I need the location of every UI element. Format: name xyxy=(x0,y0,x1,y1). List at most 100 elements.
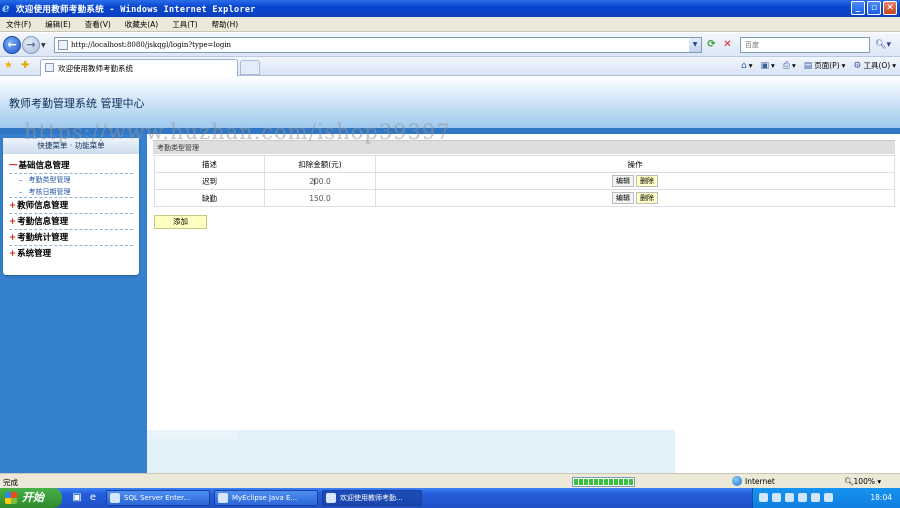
menu-bar: 文件(F) 编辑(E) 查看(V) 收藏夹(A) 工具(T) 帮助(H) xyxy=(0,17,900,32)
taskbar-item-myeclipse[interactable]: MyEclipse Java E... xyxy=(214,490,318,506)
quicklaunch-show-desktop-icon[interactable]: ▣ xyxy=(70,491,84,505)
menu-favorites[interactable]: 收藏夹(A) xyxy=(125,19,158,30)
delete-button[interactable]: 删除 xyxy=(636,192,658,204)
page-menu-icon: ▤ xyxy=(803,60,813,71)
tray-keyboard-icon[interactable] xyxy=(759,493,768,502)
tab-page-icon xyxy=(45,63,54,72)
bullet-icon: – xyxy=(19,188,23,196)
expand-icon: + xyxy=(9,201,17,211)
expand-icon: + xyxy=(9,233,17,243)
taskbar-item-sql-server[interactable]: SQL Server Enter... xyxy=(106,490,210,506)
tray-shield-icon[interactable] xyxy=(824,493,833,502)
tab-active[interactable]: 欢迎使用教师考勤系统 xyxy=(40,59,238,76)
favorites-star-icon[interactable]: ★ xyxy=(4,59,13,73)
sql-server-icon xyxy=(110,493,120,503)
system-tray: 18:04 xyxy=(752,488,900,508)
tab-label: 欢迎使用教师考勤系统 xyxy=(58,64,133,73)
sidebar-item-assessment-date[interactable]: – 考核日期管理 xyxy=(9,186,133,198)
cell-desc: 缺勤 xyxy=(154,189,265,207)
search-box[interactable] xyxy=(740,37,870,53)
maximize-button[interactable]: ▫ xyxy=(867,1,881,15)
progress-fill xyxy=(574,479,633,485)
page-menu-button[interactable]: ▤ 页面(P) ▾ xyxy=(804,60,846,71)
zone-label: Internet xyxy=(745,476,775,486)
security-zone[interactable]: Internet xyxy=(732,476,775,486)
add-favorites-icon[interactable]: ✚ xyxy=(21,59,29,73)
sidebar-group-teacher-info[interactable]: +教师信息管理 xyxy=(9,198,133,214)
zoom-control[interactable]: 🔍︎100% ▾ xyxy=(844,477,881,486)
history-dropdown-icon[interactable]: ▼ xyxy=(41,42,46,49)
sidebar-header: 快捷菜单 · 功能菜单 xyxy=(3,138,139,154)
forward-button[interactable]: → xyxy=(22,36,40,54)
close-button[interactable]: ✕ xyxy=(883,1,897,15)
expand-icon: + xyxy=(9,249,17,259)
delete-button[interactable]: 删除 xyxy=(636,175,658,187)
menu-tools[interactable]: 工具(T) xyxy=(172,19,197,30)
myeclipse-icon xyxy=(218,493,228,503)
cell-amount: 200.0 xyxy=(264,172,376,190)
sidebar-group-label: 系统管理 xyxy=(17,249,52,259)
search-input[interactable] xyxy=(741,38,869,52)
background-strip xyxy=(147,430,237,439)
sidebar-tree: 一基础信息管理 – 考勤类型管理 – 考核日期管理 +教师信息管理 +考勤信息管理 … xyxy=(9,158,133,262)
status-bar: 完成 Internet 🔍︎100% ▾ xyxy=(0,473,900,488)
cell-actions: 编辑 删除 xyxy=(375,172,895,190)
sidebar-group-label: 基础信息管理 xyxy=(18,161,70,171)
address-bar[interactable]: http://localhost:8080/jskqgl/login?type=… xyxy=(54,37,702,53)
sidebar-group-attendance-info[interactable]: +考勤信息管理 xyxy=(9,214,133,230)
sidebar-group-system[interactable]: +系统管理 xyxy=(9,246,133,262)
window-title: 欢迎使用教师考勤系统 - Windows Internet Explorer xyxy=(16,5,256,15)
edit-button[interactable]: 编辑 xyxy=(612,175,634,187)
page-icon xyxy=(58,40,68,50)
table-row: 缺勤 150.0 编辑 删除 xyxy=(154,189,895,207)
home-button[interactable]: ⌂ ▾ xyxy=(741,61,752,71)
tray-volume-icon[interactable] xyxy=(798,493,807,502)
globe-icon xyxy=(732,476,742,486)
tools-menu-button[interactable]: ⚙ 工具(O) ▾ xyxy=(853,60,896,71)
cell-desc: 迟到 xyxy=(154,172,265,190)
tray-user-icon[interactable] xyxy=(785,493,794,502)
start-button[interactable]: 开始 xyxy=(0,488,62,508)
stop-icon[interactable]: ✕ xyxy=(721,38,734,51)
status-text: 完成 xyxy=(3,478,18,487)
sidebar-group-basic-info[interactable]: 一基础信息管理 xyxy=(9,158,133,174)
feeds-button[interactable]: ▣ ▾ xyxy=(760,61,774,71)
add-button[interactable]: 添加 xyxy=(154,215,207,229)
expand-icon: + xyxy=(9,217,17,227)
back-button[interactable]: ← xyxy=(3,36,21,54)
taskbar-item-label: 欢迎使用教师考勤... xyxy=(340,494,403,502)
sidebar-item-label: 考勤类型管理 xyxy=(28,176,71,184)
text-cursor-icon: I xyxy=(313,178,316,188)
address-dropdown-icon[interactable]: ▼ xyxy=(689,38,701,52)
cell-amount: 150.0 xyxy=(264,189,376,207)
menu-view[interactable]: 查看(V) xyxy=(85,19,111,30)
sidebar-group-label: 考勤信息管理 xyxy=(17,217,69,227)
edit-button[interactable]: 编辑 xyxy=(612,192,634,204)
minimize-button[interactable]: _ xyxy=(851,1,865,15)
sidebar-menu-box: 快捷菜单 · 功能菜单 一基础信息管理 – 考勤类型管理 – 考核日期管理 +教师信… xyxy=(3,138,139,275)
taskbar-item-ie[interactable]: 欢迎使用教师考勤... xyxy=(322,490,422,506)
print-button[interactable]: ⎙ ▾ xyxy=(783,61,796,71)
new-tab-button[interactable] xyxy=(240,60,260,75)
home-icon: ⌂ xyxy=(741,60,747,71)
search-icon[interactable]: 🔍︎▾ xyxy=(873,38,893,52)
tray-network-icon[interactable] xyxy=(772,493,781,502)
sidebar-group-attendance-stats[interactable]: +考勤统计管理 xyxy=(9,230,133,246)
feeds-icon: ▣ xyxy=(760,60,769,71)
refresh-icon[interactable]: ⟳ xyxy=(705,38,718,51)
taskbar: 开始 ▣ e SQL Server Enter... MyEclipse Jav… xyxy=(0,488,900,508)
table-header-row: 描述 扣除金额(元) 操作 xyxy=(154,155,895,173)
collapse-icon: 一 xyxy=(9,161,18,171)
menu-edit[interactable]: 编辑(E) xyxy=(45,19,71,30)
address-url[interactable]: http://localhost:8080/jskqgl/login?type=… xyxy=(71,41,231,49)
tools-menu-label: 工具(O) xyxy=(863,61,891,70)
menu-help[interactable]: 帮助(H) xyxy=(212,19,239,30)
start-label: 开始 xyxy=(22,491,44,504)
menu-file[interactable]: 文件(F) xyxy=(6,19,31,30)
window-titlebar[interactable]: e 欢迎使用教师考勤系统 - Windows Internet Explorer… xyxy=(0,0,900,17)
ie-logo-icon: e xyxy=(2,1,10,15)
sidebar-item-attendance-type[interactable]: – 考勤类型管理 xyxy=(9,174,133,186)
tray-security-icon[interactable] xyxy=(811,493,820,502)
attendance-type-table: 描述 扣除金额(元) 操作 迟到 200.0 编辑 删除 缺勤 150.0 编辑删… xyxy=(154,155,895,207)
quicklaunch-ie-icon[interactable]: e xyxy=(86,491,100,505)
